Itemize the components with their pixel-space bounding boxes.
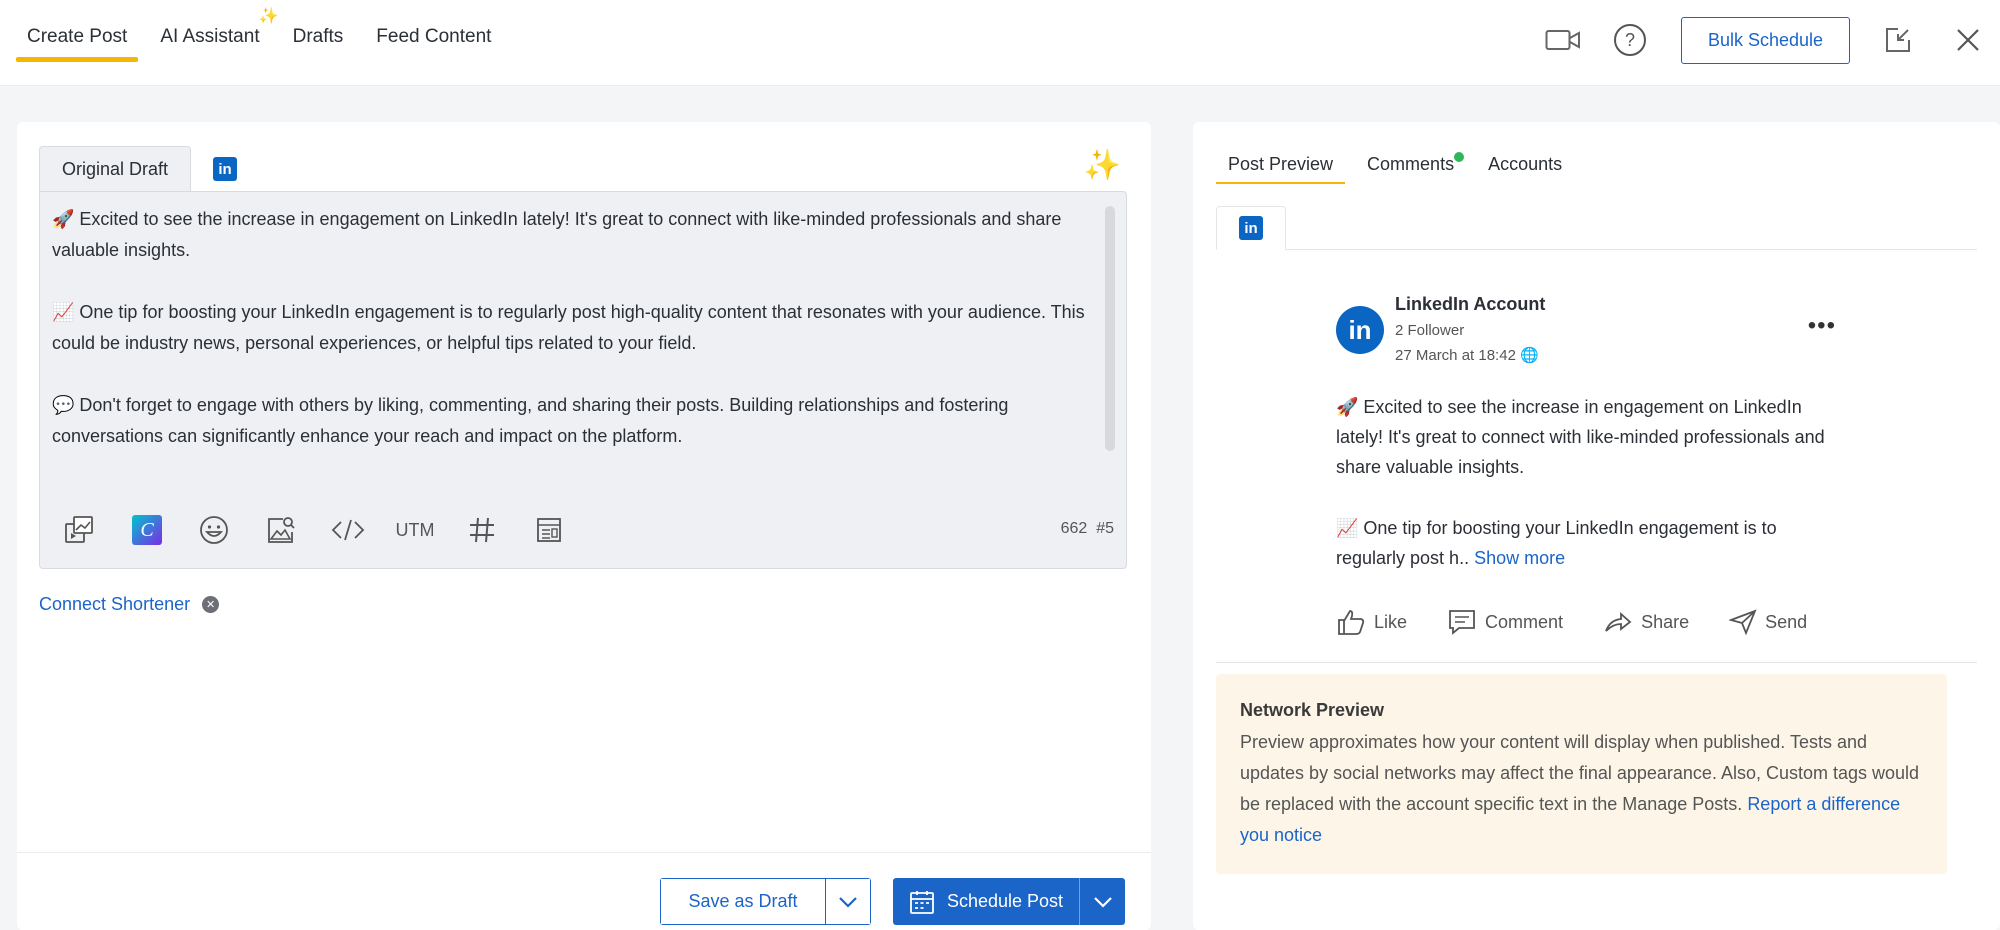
schedule-post-button[interactable]: Schedule Post (893, 878, 1079, 925)
divider (1216, 662, 1977, 663)
post-paragraph: 📈 One tip for boosting your LinkedIn eng… (1336, 513, 1826, 573)
close-icon[interactable] (1948, 20, 1988, 60)
post-body: 🚀 Excited to see the increase in engagem… (1336, 392, 1826, 573)
globe-icon: 🌐 (1520, 347, 1539, 364)
hashtag-count-value: #5 (1096, 520, 1114, 537)
like-label: Like (1374, 611, 1408, 632)
hashtag-icon[interactable] (456, 508, 508, 552)
emoji-icon[interactable] (188, 508, 240, 552)
notice-text: Preview approximates how your content wi… (1240, 727, 1923, 851)
network-tab-linkedin[interactable]: in (1216, 206, 1286, 250)
linkedin-icon: in (213, 157, 238, 181)
tab-feed-content-label: Feed Content (376, 26, 492, 47)
tab-original-draft-label: Original Draft (62, 159, 169, 179)
tab-comments-label: Comments (1367, 153, 1455, 174)
compose-panel: Original Draft in ✨ 🚀 Excited to see the… (17, 122, 1151, 930)
show-more-link[interactable]: Show more (1474, 548, 1565, 568)
editor-paragraph: 💬 Don't forget to engage with others by … (52, 395, 1009, 446)
tab-post-preview[interactable]: Post Preview (1216, 144, 1346, 184)
editor-toolbar: C UTM (54, 508, 590, 552)
canva-logo: C (132, 515, 162, 545)
tab-accounts-label: Accounts (1488, 153, 1563, 174)
character-count: 662 #5 (1061, 520, 1114, 538)
calendar-icon (910, 890, 934, 914)
editor-scrollbar[interactable] (1105, 206, 1115, 451)
post-editor[interactable]: 🚀 Excited to see the increase in engagem… (39, 191, 1127, 569)
chevron-down-icon[interactable] (826, 879, 870, 924)
follower-count: 2 Follower (1395, 322, 1465, 339)
bulk-schedule-button[interactable]: Bulk Schedule (1681, 17, 1850, 64)
comment-icon (1449, 610, 1475, 635)
ai-sparkle-icon[interactable]: ✨ (1084, 148, 1121, 183)
tab-comments[interactable]: Comments (1355, 144, 1466, 184)
post-header: in LinkedIn Account 2 Follower 27 March … (1336, 294, 1836, 364)
utm-label: UTM (395, 519, 435, 540)
post-timestamp: 27 March at 18:42 🌐 (1395, 346, 1539, 364)
send-button[interactable]: Send (1729, 609, 1807, 635)
svg-text:?: ? (1625, 30, 1635, 50)
notice-title: Network Preview (1240, 700, 1385, 720)
tab-original-draft[interactable]: Original Draft (39, 146, 192, 192)
post-actions: Like Comment Share Send (1336, 602, 1847, 642)
tab-drafts-label: Drafts (292, 26, 344, 47)
linkedin-avatar: in (1336, 306, 1384, 354)
comment-label: Comment (1485, 611, 1564, 632)
send-label: Send (1765, 611, 1808, 632)
video-camera-icon[interactable] (1543, 20, 1583, 60)
thumbs-up-icon (1338, 610, 1365, 635)
minimize-window-icon[interactable] (1878, 20, 1918, 60)
like-button[interactable]: Like (1336, 608, 1407, 636)
tab-ai-assistant-label: AI Assistant (160, 26, 260, 47)
media-library-icon[interactable] (54, 508, 106, 552)
code-icon[interactable] (322, 508, 374, 552)
share-arrow-icon (1605, 611, 1632, 632)
connect-shortener-link[interactable]: Connect Shortener (39, 594, 190, 615)
compose-footer: Save as Draft Schedule Post (17, 852, 1151, 930)
schedule-post-label: Schedule Post (946, 891, 1064, 911)
tab-create-post[interactable]: Create Post (16, 0, 139, 62)
char-count-value: 662 (1060, 520, 1088, 537)
save-draft-group: Save as Draft (660, 878, 871, 925)
notification-dot (1454, 152, 1465, 162)
save-draft-button[interactable]: Save as Draft (661, 879, 826, 924)
template-icon[interactable] (523, 508, 575, 552)
connect-shortener: Connect Shortener ✕ (39, 594, 220, 615)
post-text-area[interactable]: 🚀 Excited to see the increase in engagem… (52, 204, 1092, 464)
share-button[interactable]: Share (1603, 610, 1689, 634)
editor-tabs: Original Draft in (39, 146, 259, 192)
tab-accounts[interactable]: Accounts (1476, 144, 1574, 184)
post-paragraph: 🚀 Excited to see the increase in engagem… (1336, 397, 1825, 477)
image-search-icon[interactable] (255, 508, 307, 552)
top-bar: Create Post AI Assistant ✨ Drafts Feed Co… (0, 0, 2000, 86)
network-preview-notice: Network Preview Preview approximates how… (1216, 674, 1947, 874)
tab-feed-content[interactable]: Feed Content (365, 0, 502, 62)
utm-button[interactable]: UTM (389, 508, 441, 552)
send-icon (1729, 609, 1757, 635)
linkedin-post-preview: in LinkedIn Account 2 Follower 27 March … (1336, 294, 1836, 604)
tab-ai-assistant[interactable]: AI Assistant ✨ (149, 0, 278, 62)
network-tabs: in (1216, 206, 1977, 250)
linkedin-icon: in (1239, 216, 1263, 240)
preview-tabs: Post Preview Comments Accounts (1216, 144, 1584, 184)
chevron-down-icon[interactable] (1079, 878, 1125, 925)
comment-button[interactable]: Comment (1447, 608, 1563, 636)
tab-drafts[interactable]: Drafts (282, 0, 355, 62)
tab-linkedin[interactable]: in (191, 146, 259, 192)
timestamp-text: 27 March at 18:42 (1395, 347, 1516, 364)
tab-create-post-label: Create Post (27, 26, 128, 47)
close-circle-icon[interactable]: ✕ (202, 596, 220, 613)
preview-panel: Post Preview Comments Accounts in in Lin… (1193, 122, 2000, 930)
schedule-post-group: Schedule Post (893, 878, 1125, 925)
sparkle-icon: ✨ (258, 8, 279, 25)
account-name: LinkedIn Account (1395, 294, 1546, 314)
question-circle-icon[interactable]: ? (1610, 20, 1650, 60)
top-tabs: Create Post AI Assistant ✨ Drafts Feed Co… (16, 0, 513, 86)
tab-post-preview-label: Post Preview (1228, 153, 1334, 174)
canva-icon[interactable]: C (121, 508, 173, 552)
editor-paragraph: 📈 One tip for boosting your LinkedIn eng… (52, 302, 1085, 353)
editor-paragraph: 🚀 Excited to see the increase in engagem… (52, 209, 1062, 260)
share-label: Share (1641, 611, 1690, 632)
more-options-icon[interactable]: ••• (1808, 312, 1836, 340)
